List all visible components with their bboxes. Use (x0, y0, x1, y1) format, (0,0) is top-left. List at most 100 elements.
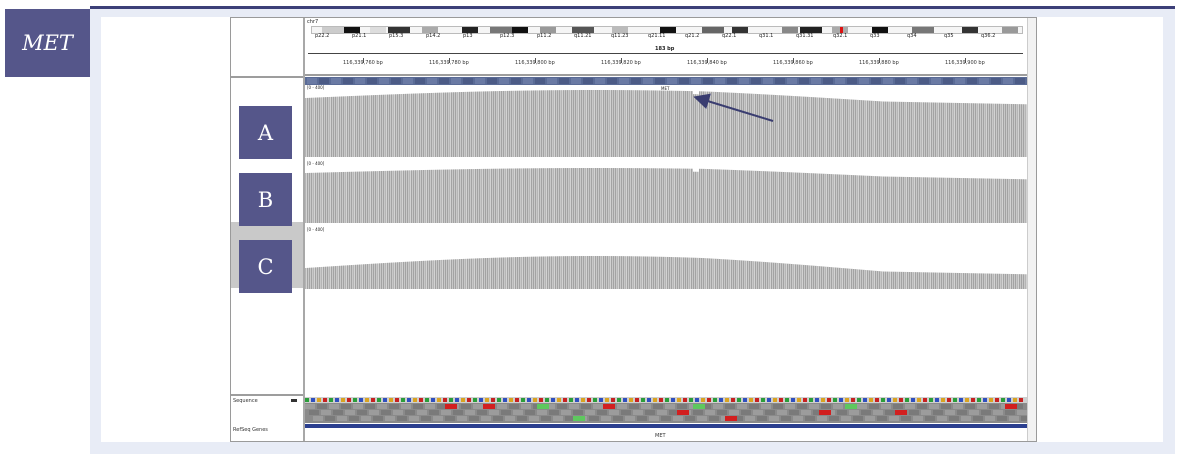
coverage-bar (473, 258, 475, 289)
amino-acid-cell (569, 404, 579, 409)
coverage-bar (437, 169, 439, 223)
coverage-bar (309, 267, 311, 289)
coverage-bar (325, 97, 327, 157)
base-cell (935, 398, 939, 402)
coverage-bar (487, 168, 489, 223)
coverage-bar (535, 168, 537, 223)
coverage-track-b[interactable]: [0 - 400] (305, 159, 1027, 225)
refseq-track-label[interactable]: RefSeq Genes (233, 427, 268, 433)
coverage-bar (739, 260, 741, 289)
coverage-bar (397, 94, 399, 157)
coverage-bar (895, 101, 897, 157)
coverage-bar (701, 91, 703, 157)
coverage-bar (867, 175, 869, 223)
codon-cell (715, 78, 725, 84)
coverage-bar (1015, 104, 1017, 157)
coverage-bar (871, 270, 873, 289)
coverage-bar (757, 261, 759, 289)
amino-acid-cell (549, 410, 559, 415)
coverage-bar (909, 272, 911, 289)
coverage-bar (969, 178, 971, 223)
coverage-bar (329, 172, 331, 223)
amino-acid-cell (921, 410, 931, 415)
coverage-bar (581, 90, 583, 157)
base-cell (821, 398, 825, 402)
coverage-bar (949, 102, 951, 157)
coverage-bar (751, 261, 753, 289)
coverage-bar (467, 169, 469, 223)
coverage-bar (633, 256, 635, 289)
coverage-bar (477, 91, 479, 157)
coverage-bar (561, 256, 563, 289)
coverage-bar (837, 98, 839, 157)
coverage-bar (997, 273, 999, 289)
vertical-scrollbar[interactable] (1027, 18, 1036, 441)
coverage-bar (549, 256, 551, 289)
coverage-bar (551, 90, 553, 157)
coverage-track-c[interactable]: [0 - 400] (305, 225, 1027, 291)
coverage-bar (465, 91, 467, 157)
coverage-bar (763, 94, 765, 157)
base-cell (539, 398, 543, 402)
coverage-bar (807, 173, 809, 223)
coverage-bar (311, 97, 313, 157)
coverage-bar (717, 169, 719, 223)
coverage-bar (379, 171, 381, 223)
amino-acid-cell (877, 416, 887, 421)
coverage-bar (463, 91, 465, 157)
base-cell (677, 398, 681, 402)
amino-acid-cell (705, 410, 715, 415)
coverage-bar (871, 100, 873, 157)
amino-acid-cell (765, 410, 775, 415)
base-cell (473, 398, 477, 402)
coverage-bar (365, 95, 367, 157)
coverage-bar (693, 257, 695, 289)
coverage-bar (881, 101, 883, 157)
coverage-bar (893, 101, 895, 157)
base-cell (731, 398, 735, 402)
coverage-bar (335, 266, 337, 289)
base-cell (389, 398, 393, 402)
coverage-bar (563, 256, 565, 289)
refseq-gene-feature[interactable] (305, 424, 1027, 428)
coverage-bar (667, 168, 669, 223)
ruler[interactable]: 116,339,760 bp 116,339,780 bp 116,339,800 … (305, 58, 1027, 74)
coverage-bar (529, 256, 531, 289)
coverage-track-a[interactable]: [0 - 400] MET (305, 85, 1027, 159)
translation-track[interactable] (305, 403, 1031, 423)
coverage-bar (417, 261, 419, 289)
coverage-bar (649, 256, 651, 289)
amino-acid-cell (773, 404, 783, 409)
coverage-bar (707, 169, 709, 223)
sequence-track-label[interactable]: Sequence (233, 398, 258, 404)
coverage-bar (947, 177, 949, 223)
coverage-bar (823, 266, 825, 289)
coverage-bar (683, 90, 685, 157)
coverage-bar (435, 260, 437, 289)
coverage-bar (977, 178, 979, 223)
coverage-bar (697, 171, 699, 223)
coverage-bar (351, 265, 353, 289)
coverage-bar (679, 90, 681, 157)
translation-bar[interactable] (305, 77, 1027, 85)
strand-arrow-icon[interactable] (291, 399, 297, 402)
coverage-bar (813, 97, 815, 157)
coverage-bar (363, 95, 365, 157)
coverage-bar (951, 102, 953, 157)
amino-acid-cell (881, 404, 891, 409)
base-cell (431, 398, 435, 402)
coverage-bar (723, 169, 725, 223)
cytoband-label: q11.21 (574, 33, 592, 39)
coverage-bar (971, 103, 973, 157)
coverage-bar (773, 94, 775, 157)
coverage-bar (625, 168, 627, 223)
coverage-bar (359, 171, 361, 223)
ruler-tick-label: 116,339,820 bp (601, 60, 641, 66)
coverage-bar (583, 90, 585, 157)
coverage-bar (1019, 274, 1021, 289)
genome-header: chr7 p22.2 p21.1 p15.3 p14.2 p13 p12.3 p11.2 q1… (305, 18, 1027, 76)
coverage-bar (841, 98, 843, 157)
amino-acid-cell (333, 410, 343, 415)
coverage-bar (603, 256, 605, 289)
coverage-bar (565, 90, 567, 157)
